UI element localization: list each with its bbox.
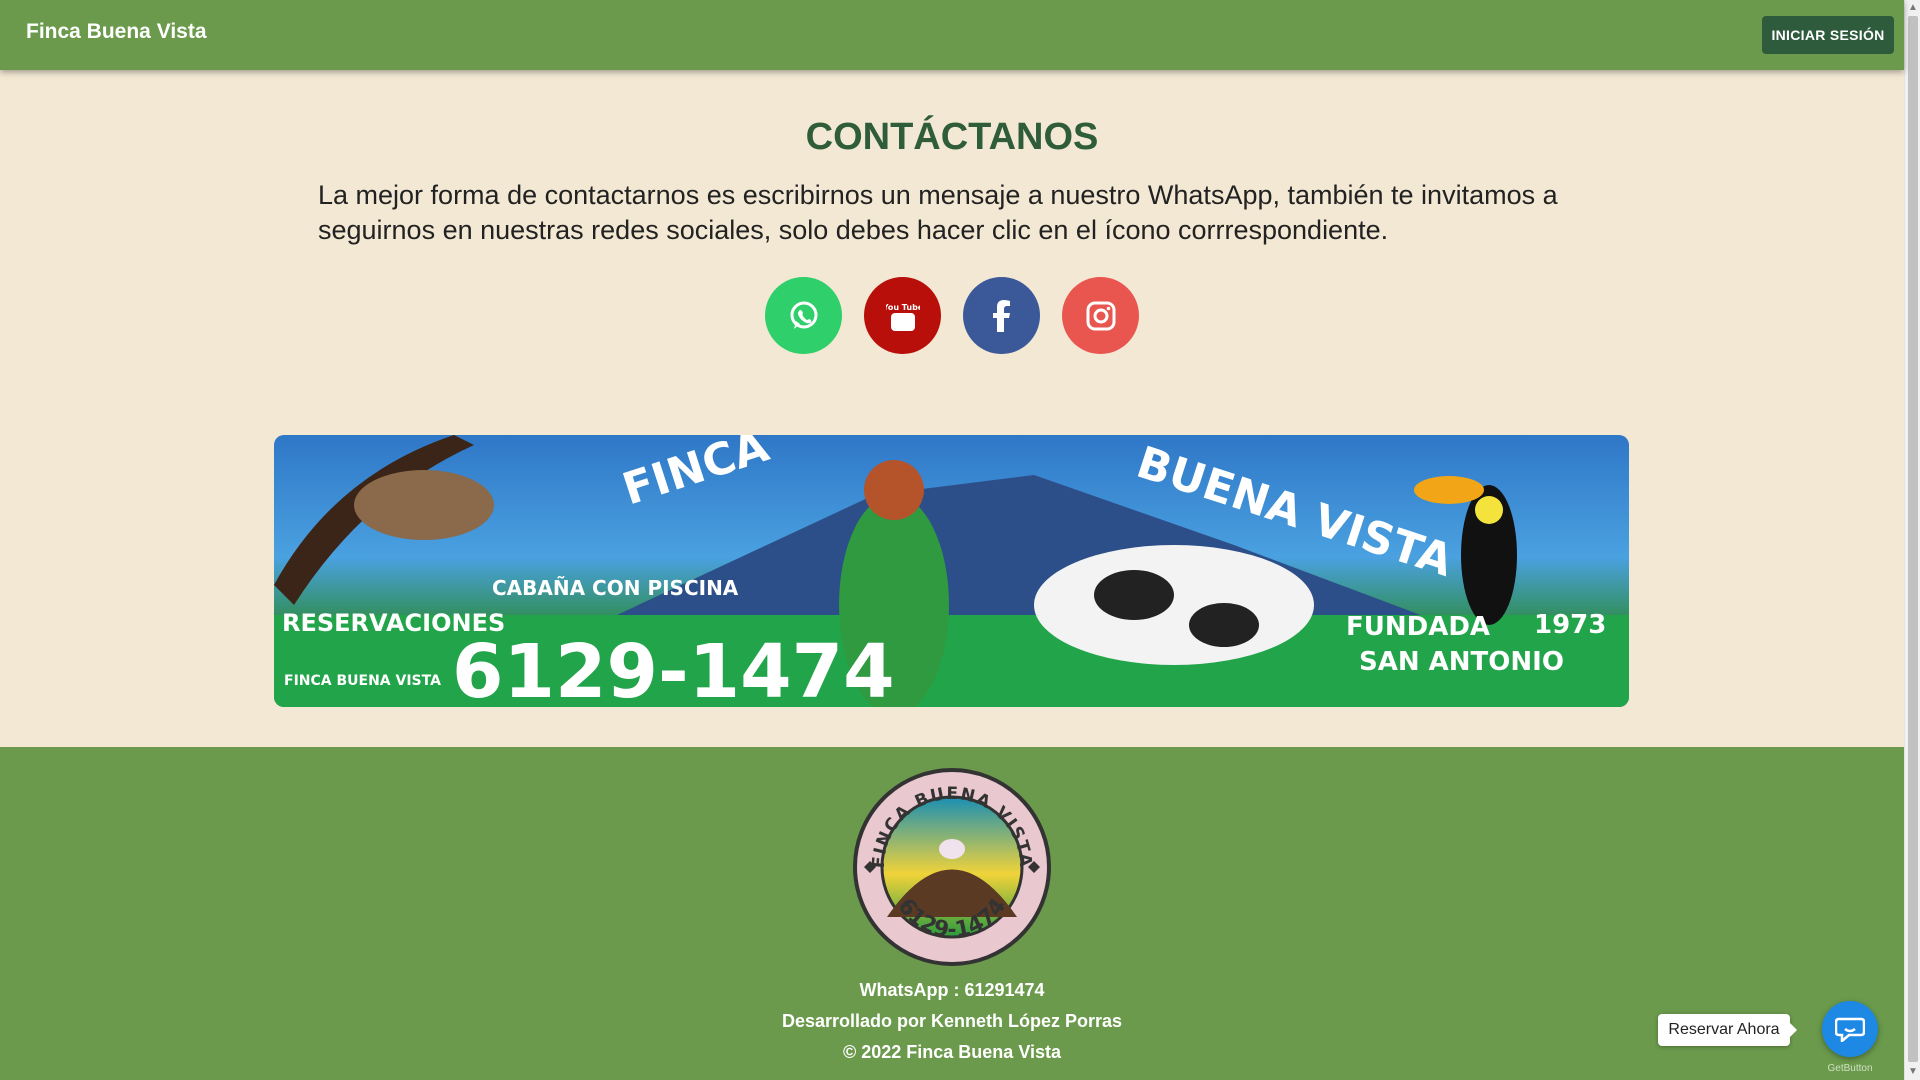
banner-finca-text: FINCA [617, 435, 775, 515]
banner-phone-number: 6129-1474 [452, 629, 895, 707]
scroll-up-icon[interactable]: ▲ [1908, 2, 1918, 13]
banner-place-text: SAN ANTONIO [1359, 647, 1564, 677]
login-button[interactable]: INICIAR SESIÓN [1762, 16, 1894, 54]
chat-bubble-icon [1835, 1017, 1865, 1042]
banner-facebook-name: FINCA BUENA VISTA [284, 673, 441, 689]
main-content: CONTÁCTANOS La mejor forma de contactarn… [0, 70, 1904, 747]
instagram-link[interactable] [1062, 277, 1139, 354]
finca-logo-seal: FINCA BUENA VISTA 6129-1474 [853, 768, 1051, 966]
instagram-icon [1086, 301, 1115, 330]
page-title: CONTÁCTANOS [805, 116, 1099, 158]
contact-intro-text: La mejor forma de contactarnos es escrib… [318, 180, 1558, 245]
social-links: You Tube [765, 277, 1139, 354]
brand-name[interactable]: Finca Buena Vista [26, 20, 207, 44]
cow-shape [1034, 545, 1314, 665]
page-scrollbar[interactable]: ▲ ▼ [1904, 0, 1920, 1080]
whatsapp-link[interactable] [765, 277, 842, 354]
top-navbar: Finca Buena Vista INICIAR SESIÓN [0, 0, 1904, 70]
youtube-icon-text: You Tube [886, 303, 920, 312]
footer: FINCA BUENA VISTA 6129-1474 WhatsApp : 6… [0, 747, 1904, 1080]
scroll-down-icon[interactable]: ▼ [1908, 1066, 1918, 1077]
banner-year-text: 1973 [1534, 610, 1606, 640]
youtube-link[interactable]: You Tube [864, 277, 941, 354]
sloth-shape [354, 470, 494, 540]
footer-developer: Desarrollado por Kenneth López Porras [781, 1011, 1123, 1031]
whatsapp-icon [790, 301, 817, 329]
banner-fundada-text: FUNDADA [1346, 612, 1490, 642]
chat-button[interactable] [1822, 1001, 1878, 1057]
facebook-link[interactable] [963, 277, 1040, 354]
banner-cabana-text: CABAÑA CON PISCINA [492, 576, 739, 600]
footer-copyright: © 2022 Finca Buena Vista [842, 1042, 1062, 1062]
footer-whatsapp: WhatsApp : 61291474 [859, 980, 1045, 1000]
scrollbar-thumb[interactable] [1908, 16, 1918, 1062]
reserve-now-tooltip[interactable]: Reservar Ahora [1658, 1014, 1797, 1046]
facebook-icon [992, 299, 1010, 332]
getbutton-credit[interactable]: GetButton [1822, 1063, 1878, 1074]
mural-banner-image: FINCA BUENA VISTA CABAÑA CON PISCINA RES… [274, 435, 1629, 707]
youtube-icon: You Tube [886, 303, 920, 331]
